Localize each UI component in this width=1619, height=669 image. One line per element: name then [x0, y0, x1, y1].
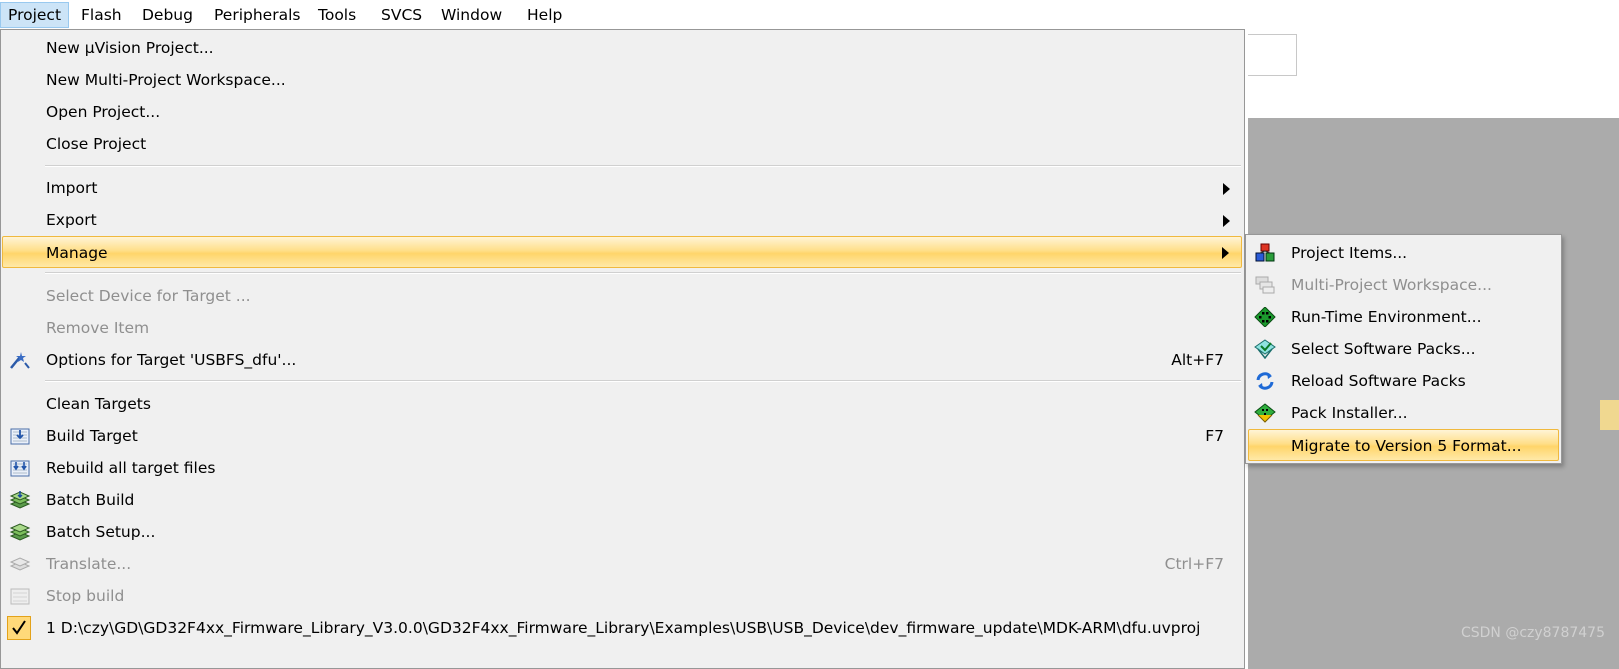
- menu-bar: Project Flash Debug Peripherals Tools SV…: [0, 0, 1619, 30]
- menu-item-close-project[interactable]: Close Project: [2, 128, 1242, 160]
- submenu-arrow-icon: [1222, 247, 1229, 259]
- submenu-item-label: Run-Time Environment...: [1291, 308, 1482, 326]
- window-fragment: [1600, 400, 1619, 430]
- menu-item-stop-build[interactable]: Stop build: [2, 580, 1242, 612]
- rebuild-icon: [9, 458, 31, 478]
- menu-item-translate[interactable]: Translate... Ctrl+F7: [2, 548, 1242, 580]
- menu-item-label: Remove Item: [46, 319, 150, 337]
- menu-tools[interactable]: Tools: [311, 2, 363, 28]
- menu-item-label: Build Target: [46, 427, 138, 445]
- checkmark-icon: [7, 616, 31, 640]
- editor-area: [1248, 30, 1619, 118]
- menu-item-export[interactable]: Export: [2, 204, 1242, 236]
- menu-item-remove-item[interactable]: Remove Item: [2, 312, 1242, 344]
- menu-peripherals[interactable]: Peripherals: [207, 2, 307, 28]
- submenu-arrow-icon: [1223, 215, 1230, 227]
- menu-item-label: Open Project...: [46, 103, 161, 121]
- menu-separator: [45, 165, 1241, 167]
- menu-help[interactable]: Help: [520, 2, 569, 28]
- menu-item-label: Clean Targets: [46, 395, 151, 413]
- project-menu: New µVision Project... New Multi-Project…: [0, 29, 1245, 669]
- menu-item-new-project[interactable]: New µVision Project...: [2, 32, 1242, 64]
- submenu-arrow-icon: [1223, 183, 1230, 195]
- menu-separator: [45, 272, 1241, 274]
- menu-item-label: Export: [46, 211, 97, 229]
- menu-shortcut: Ctrl+F7: [1164, 555, 1224, 573]
- build-icon: [9, 426, 31, 446]
- menu-shortcut: Alt+F7: [1171, 351, 1224, 369]
- menu-item-label: 1 D:\czy\GD\GD32F4xx_Firmware_Library_V3…: [46, 619, 1201, 637]
- select-packs-icon: [1254, 339, 1276, 360]
- editor-field[interactable]: [1248, 34, 1297, 76]
- submenu-item-project-items[interactable]: Project Items...: [1248, 237, 1559, 269]
- menu-item-options-target[interactable]: Options for Target 'USBFS_dfu'... Alt+F7: [2, 344, 1242, 376]
- menu-item-label: New µVision Project...: [46, 39, 214, 57]
- submenu-item-reload-packs[interactable]: Reload Software Packs: [1248, 365, 1559, 397]
- submenu-item-label: Select Software Packs...: [1291, 340, 1476, 358]
- runtime-environment-icon: [1254, 306, 1276, 328]
- menu-item-build-target[interactable]: Build Target F7: [2, 420, 1242, 452]
- batch-build-icon: [9, 490, 31, 510]
- menu-item-label: Rebuild all target files: [46, 459, 216, 477]
- submenu-item-label: Pack Installer...: [1291, 404, 1408, 422]
- submenu-item-runtime-env[interactable]: Run-Time Environment...: [1248, 301, 1559, 333]
- submenu-item-select-packs[interactable]: Select Software Packs...: [1248, 333, 1559, 365]
- submenu-item-label: Project Items...: [1291, 244, 1408, 262]
- submenu-item-label: Multi-Project Workspace...: [1291, 276, 1492, 294]
- pack-installer-icon: [1254, 403, 1276, 423]
- project-items-icon: [1254, 243, 1276, 263]
- menu-shortcut: F7: [1205, 427, 1224, 445]
- menu-item-label: Batch Setup...: [46, 523, 156, 541]
- menu-item-label: Close Project: [46, 135, 147, 153]
- submenu-item-label: Migrate to Version 5 Format...: [1291, 437, 1522, 455]
- menu-item-open-project[interactable]: Open Project...: [2, 96, 1242, 128]
- menu-item-label: Import: [46, 179, 98, 197]
- submenu-item-multi-workspace[interactable]: Multi-Project Workspace...: [1248, 269, 1559, 301]
- menu-item-rebuild-all[interactable]: Rebuild all target files: [2, 452, 1242, 484]
- menu-item-import[interactable]: Import: [2, 172, 1242, 204]
- menu-flash[interactable]: Flash: [74, 2, 129, 28]
- menu-item-label: New Multi-Project Workspace...: [46, 71, 286, 89]
- menu-item-batch-setup[interactable]: Batch Setup...: [2, 516, 1242, 548]
- batch-setup-icon: [9, 522, 31, 542]
- menu-separator: [45, 380, 1241, 382]
- manage-submenu: Project Items... Multi-Project Workspace…: [1245, 234, 1562, 464]
- menu-item-label: Options for Target 'USBFS_dfu'...: [46, 351, 297, 369]
- magic-wand-icon: [9, 350, 31, 370]
- submenu-item-label: Reload Software Packs: [1291, 372, 1466, 390]
- menu-svcs[interactable]: SVCS: [374, 2, 429, 28]
- menu-item-select-device[interactable]: Select Device for Target ...: [2, 280, 1242, 312]
- submenu-item-pack-installer[interactable]: Pack Installer...: [1248, 397, 1559, 429]
- menu-item-label: Translate...: [46, 555, 132, 573]
- menu-item-manage[interactable]: Manage: [2, 236, 1242, 268]
- reload-icon: [1254, 371, 1276, 391]
- submenu-item-migrate[interactable]: Migrate to Version 5 Format...: [1248, 429, 1559, 461]
- translate-icon: [9, 554, 31, 574]
- menu-project[interactable]: Project: [0, 2, 70, 28]
- menu-item-new-workspace[interactable]: New Multi-Project Workspace...: [2, 64, 1242, 96]
- menu-item-recent-project[interactable]: 1 D:\czy\GD\GD32F4xx_Firmware_Library_V3…: [2, 612, 1242, 644]
- stop-build-icon: [9, 586, 31, 606]
- menu-item-label: Stop build: [46, 587, 125, 605]
- menu-item-label: Batch Build: [46, 491, 135, 509]
- menu-item-label: Manage: [46, 244, 108, 262]
- menu-item-clean-targets[interactable]: Clean Targets: [2, 388, 1242, 420]
- menu-item-batch-build[interactable]: Batch Build: [2, 484, 1242, 516]
- menu-debug[interactable]: Debug: [135, 2, 200, 28]
- workspace-icon: [1254, 275, 1276, 295]
- menu-item-label: Select Device for Target ...: [46, 287, 251, 305]
- watermark: CSDN @czy8787475: [1460, 625, 1605, 641]
- menu-window[interactable]: Window: [434, 2, 509, 28]
